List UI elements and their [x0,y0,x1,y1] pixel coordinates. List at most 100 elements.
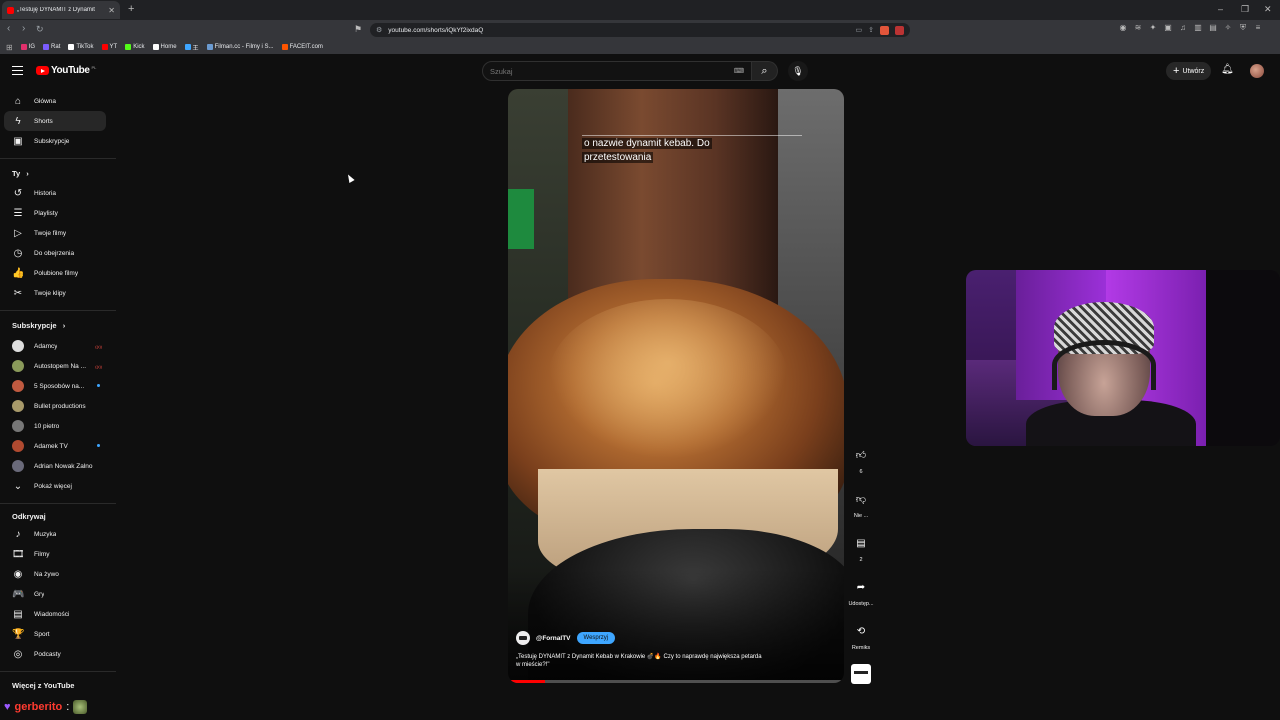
remix-button[interactable]: ⟲ [850,621,872,643]
support-button[interactable]: Wesprzyj [576,632,616,644]
sidebar-item-subscriptions[interactable]: ▣ Subskrypcje [4,131,106,151]
heart-icon: ♥ [4,701,11,713]
guide-menu-icon[interactable] [12,66,23,78]
sidebar-you-heading[interactable]: Ty › [12,169,29,178]
bookmark-icon[interactable]: ⚑ [354,24,362,35]
bookmark-item[interactable]: 王 [184,43,199,52]
vpn-icon[interactable]: ⛨ [1238,23,1248,33]
address-bar[interactable]: ⚙ youtube.com/shorts/iQkYf2ixdaQ ▭ ⇪ [370,23,910,37]
menu-icon[interactable]: ≡ [1253,23,1263,33]
sidebar-item-sport[interactable]: 🏆 Sport [4,624,106,644]
sound-thumbnail[interactable] [851,664,871,684]
bookmark-item[interactable]: Filman.cc - Filmy i S... [206,44,274,50]
dislike-button[interactable]: 👎︎ [850,489,872,511]
search-button[interactable]: ⌕ [752,61,778,81]
account-avatar[interactable] [1250,64,1264,78]
bookmark-favicon-icon [101,44,108,50]
brave-rewards-icon[interactable] [895,25,904,35]
sidebar-item-news[interactable]: ▤ Wiadomości [4,604,106,624]
youtube-logo[interactable]: YouTube PL [36,65,96,76]
sidebar-item-watch-later[interactable]: ◷ Do obejrzenia [4,243,106,263]
extension-wave-icon[interactable]: ≋ [1133,23,1143,33]
channel-avatar[interactable] [516,631,530,645]
sidebar-explore-heading[interactable]: Odkrywaj [12,512,46,521]
comments-button[interactable]: ▤ [850,533,872,555]
extensions-icon[interactable]: ✧ [1223,23,1233,33]
sidebar-item-clips[interactable]: ✂ Twoje klipy [4,283,106,303]
sidebar-item-your-videos[interactable]: ▷ Twoje filmy [4,223,106,243]
search-box[interactable]: Szukaj ⌨ [482,61,752,81]
search-icon: ⌕ [761,65,768,77]
voice-search-button[interactable]: 🎙 [788,61,808,81]
restore-button[interactable]: ❐ [1241,4,1249,14]
extension-eye-icon[interactable]: ◉ [1118,23,1128,33]
notifications-bell-icon[interactable]: 🔔︎ [1221,64,1234,75]
bookmark-item[interactable]: Home [152,44,177,50]
new-tab-button[interactable]: + [128,3,134,15]
keyboard-icon[interactable]: ⌨ [734,67,744,75]
sidebar-channel-item[interactable]: Adamcy ((•)) [4,336,106,356]
site-info-icon[interactable]: ⚙ [376,26,382,34]
sidebar-channel-item[interactable]: 5 Sposobów na... [4,376,106,396]
sidebar-item-shorts[interactable]: ϟ Shorts [4,111,106,131]
sidebar-channel-item[interactable]: Autostopem Na ... ((•)) [4,356,106,376]
close-tab-icon[interactable]: ✕ [108,6,115,15]
short-title[interactable]: „Testuję DYNAMIT z Dynamit Kebab w Krako… [516,653,766,669]
sidebar-item-home[interactable]: ⌂ Główna [4,91,106,111]
extension-music-icon[interactable]: ♫ [1178,23,1188,33]
progress-track[interactable] [508,680,844,683]
stream-chat-line: ♥ gerberito : [4,700,88,714]
progress-fill [508,680,545,683]
bookmark-item[interactable]: YT [101,44,117,50]
shorts-player[interactable]: o nazwie dynamit kebab. Do przetestowani… [508,89,844,683]
apps-grid-icon[interactable]: ⊞ [6,43,13,52]
sidebar-item-gaming[interactable]: 🎮 Gry [4,584,106,604]
like-count: 6 [859,469,863,475]
extension-toolbar: ◉ ≋ ✦ ▣ ♫ ▥ ▤ ✧ ⛨ ≡ [1118,23,1263,33]
sidebar-more-heading[interactable]: Więcej z YouTube [12,681,74,690]
bookmark-item[interactable]: TikTok [68,44,94,50]
channel-avatar [12,460,24,472]
sidebar-channel-item[interactable]: Adamek TV [4,436,106,456]
sidebar-item-podcasts[interactable]: ◎ Podcasty [4,644,106,664]
browser-tab[interactable]: „Testuję DYNAMIT z Dynamit ✕ [2,1,120,19]
sidebar-channel-item[interactable]: 10 pietro [4,416,106,436]
share-icon[interactable]: ⇪ [868,26,874,34]
sidebar-subscriptions-heading[interactable]: Subskrypcje › [12,321,65,330]
url-text: youtube.com/shorts/iQkYf2ixdaQ [388,26,484,34]
screen-icon[interactable]: ▭ [856,26,863,34]
channel-name[interactable]: @FornalTV [536,635,571,642]
sidebar-item-label: Główna [34,97,57,105]
sidebar-item-label: Gry [34,590,45,598]
sidebar-item-music[interactable]: ♪ Muzyka [4,524,106,544]
create-button[interactable]: + Utwórz [1166,62,1212,80]
close-window-button[interactable]: ✕ [1264,4,1272,14]
sidebar-toggle-icon[interactable]: ▥ [1193,23,1203,33]
bookmark-item[interactable]: Kick [125,44,145,50]
extension-box-icon[interactable]: ▣ [1163,23,1173,33]
share-button[interactable]: ➦ [850,577,872,599]
bookmark-item[interactable]: FACEIT.com [281,44,323,50]
channel-row: @FornalTV Wesprzyj [516,631,616,645]
sidebar-channel-item[interactable]: Bullet productions [4,396,106,416]
mic-icon: 🎙 [792,66,804,76]
back-icon[interactable]: ‹ [7,23,10,35]
sidebar-item-movies[interactable]: 🎞 Filmy [4,544,106,564]
search-input[interactable]: Szukaj [490,67,734,76]
sidebar-item-playlists[interactable]: ☰ Playlisty [4,203,106,223]
bookmark-item[interactable]: IG [20,44,35,50]
forward-icon[interactable]: › [22,23,25,35]
sidebar-item-history[interactable]: ↺ Historia [4,183,106,203]
bookmark-label: TikTok [76,44,94,50]
sidebar-channel-item[interactable]: Adrian Nowak Zalno [4,456,106,476]
like-button[interactable]: 👍︎ [850,445,872,467]
wallet-icon[interactable]: ▤ [1208,23,1218,33]
sidebar-item-live[interactable]: ◉ Na żywo [4,564,106,584]
bookmark-item[interactable]: Rat [43,44,60,50]
brave-shield-icon[interactable] [880,25,889,35]
sidebar-item-liked[interactable]: 👍 Polubione filmy [4,263,106,283]
extension-puzzle-icon[interactable]: ✦ [1148,23,1158,33]
show-more-button[interactable]: ⌄ Pokaż więcej [4,476,106,496]
minimize-button[interactable]: – [1218,4,1223,14]
reload-icon[interactable]: ↻ [36,23,44,35]
